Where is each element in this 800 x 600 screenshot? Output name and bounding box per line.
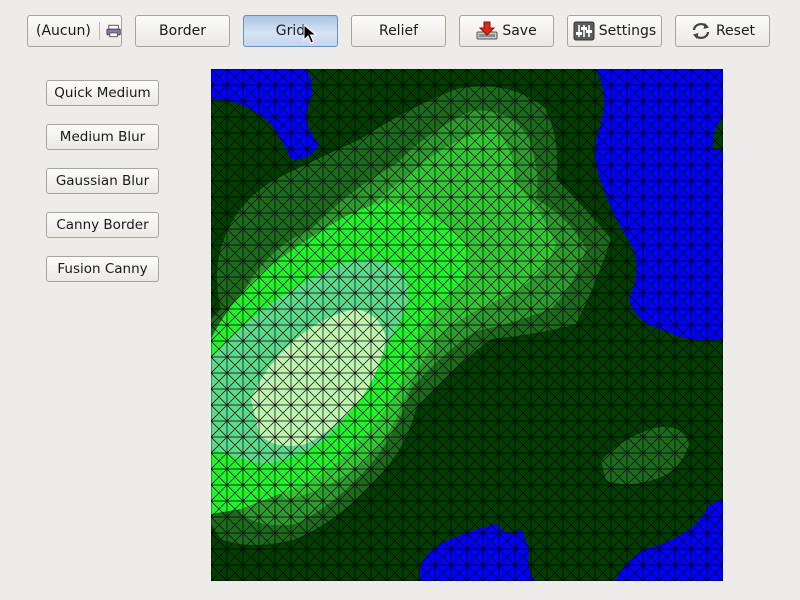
quick-medium-button[interactable]: Quick Medium [46,80,159,106]
relief-button[interactable]: Relief [351,15,446,47]
printer-icon [106,24,121,38]
fusion-canny-button[interactable]: Fusion Canny [46,256,159,282]
quick-medium-label: Quick Medium [54,85,151,101]
reset-button-label: Reset [715,23,756,39]
relief-button-label: Relief [378,23,419,39]
settings-button-label: Settings [598,23,657,39]
fusion-canny-label: Fusion Canny [57,261,148,277]
border-button-label: Border [159,23,206,39]
save-button[interactable]: Save [459,15,554,47]
border-button[interactable]: Border [135,15,230,47]
grid-lines [211,69,723,581]
grid-button[interactable]: Grid [243,15,338,47]
medium-blur-label: Medium Blur [59,129,146,145]
save-button-label: Save [502,23,537,39]
grid-overlay [211,69,723,581]
preset-combo-value: (Aucun) [36,23,91,39]
gaussian-blur-label: Gaussian Blur [55,173,150,189]
preset-combo[interactable]: (Aucun) [27,15,122,47]
refresh-icon [692,23,710,39]
canny-border-button[interactable]: Canny Border [46,212,159,238]
save-download-icon [476,21,498,40]
reset-button[interactable]: Reset [675,15,770,47]
heightmap-canvas[interactable] [211,69,723,581]
canny-border-label: Canny Border [56,217,149,233]
combo-divider [98,22,100,40]
medium-blur-button[interactable]: Medium Blur [46,124,159,150]
gaussian-blur-button[interactable]: Gaussian Blur [46,168,159,194]
grid-button-label: Grid [275,23,306,39]
settings-button[interactable]: Settings [567,15,662,47]
settings-sliders-icon [573,21,595,41]
